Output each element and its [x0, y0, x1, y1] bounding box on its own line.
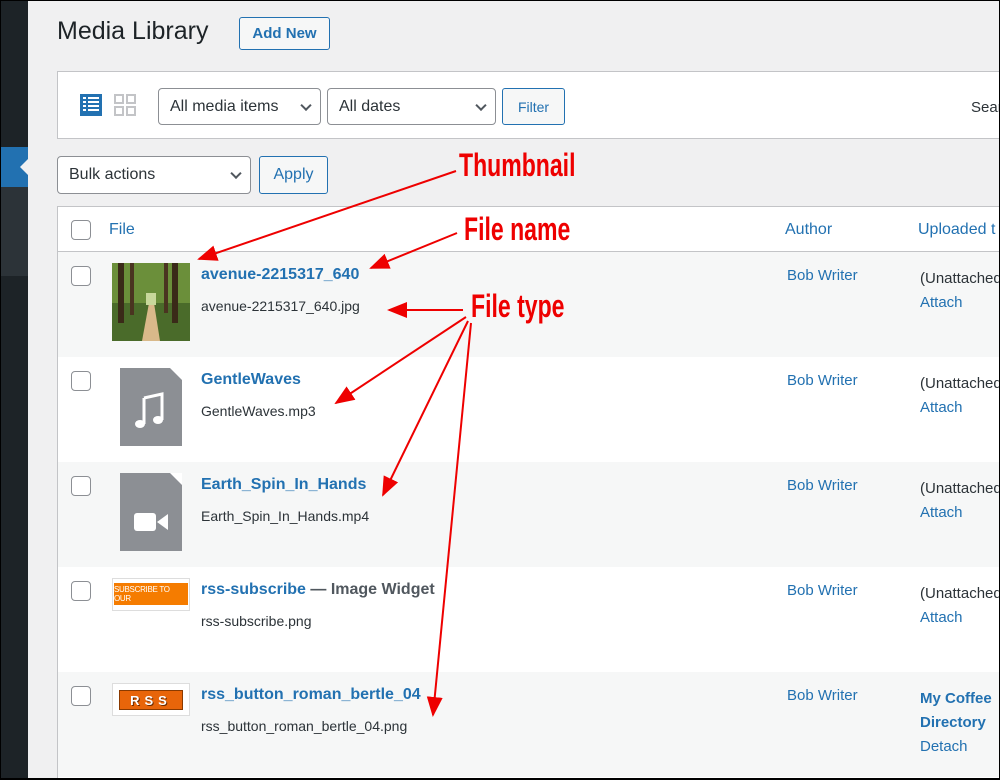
annotation-thumbnail: Thumbnail [459, 147, 576, 183]
arrow-file-type-mp3 [334, 316, 467, 405]
annotation-arrows [197, 170, 472, 717]
arrow-file-name [369, 232, 458, 269]
annotation-file-name: File name [464, 211, 571, 247]
wp-admin-screen: Media Library Add New All media items Al… [1, 1, 999, 778]
annotation-file-type: File type [471, 288, 565, 324]
arrow-file-type-mp4 [382, 320, 469, 497]
arrow-thumbnail [197, 170, 457, 261]
